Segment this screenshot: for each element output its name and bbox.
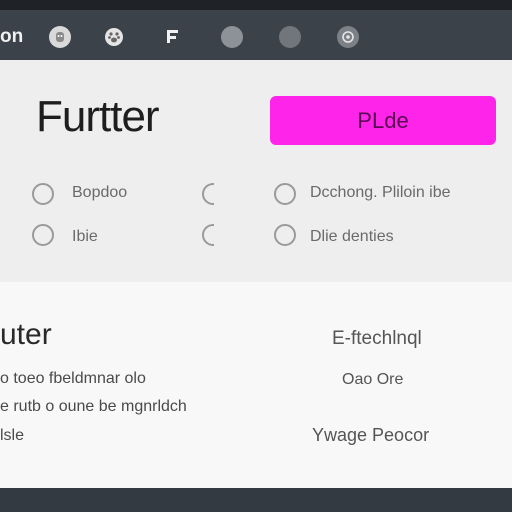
bottom-bar	[0, 488, 512, 512]
radio-option-4[interactable]	[202, 224, 214, 246]
right-heading: E-ftechlnql	[332, 328, 422, 349]
primary-button[interactable]: PLde	[270, 96, 496, 145]
option-label-1: Bopdoo	[72, 184, 128, 201]
option-label-6: Dlie denties	[310, 228, 394, 245]
radio-option-5[interactable]	[274, 183, 296, 205]
option-label-5: Dcchong. Pliloin ibe	[310, 184, 451, 201]
radio-option-1[interactable]	[32, 183, 54, 205]
option-label-2: Ibie	[72, 228, 98, 245]
section-title: uter	[0, 318, 52, 351]
body-line-3: lsle	[0, 427, 25, 444]
right-line-1: Oao Ore	[342, 371, 404, 388]
toolbar-left-label: on	[0, 26, 24, 47]
radio-option-3[interactable]	[202, 183, 214, 205]
radio-option-6[interactable]	[274, 224, 296, 246]
body-line-1: o toeo fbeldmnar olo	[0, 370, 146, 387]
circle-icon[interactable]	[221, 26, 243, 48]
radio-option-2[interactable]	[32, 224, 54, 246]
app-title: Furtter	[36, 92, 160, 141]
header-panel: Furtter PLde Bopdoo Ibie Dcchong. Pliloi…	[0, 60, 512, 283]
robot-icon[interactable]	[49, 26, 71, 48]
right-line-2: Ywage Peocor	[312, 425, 430, 445]
paw-icon[interactable]	[103, 26, 125, 48]
body-line-2: e rutb o oune be mgnrldch	[0, 398, 187, 415]
user-icon[interactable]	[337, 26, 359, 48]
top-toolbar: on	[0, 0, 512, 60]
editor-icon[interactable]	[162, 26, 184, 48]
details-panel: uter o toeo fbeldmnar olo e rutb o oune …	[0, 282, 512, 488]
main-content: Furtter PLde Bopdoo Ibie Dcchong. Pliloi…	[0, 60, 512, 488]
circle-icon[interactable]	[279, 26, 301, 48]
